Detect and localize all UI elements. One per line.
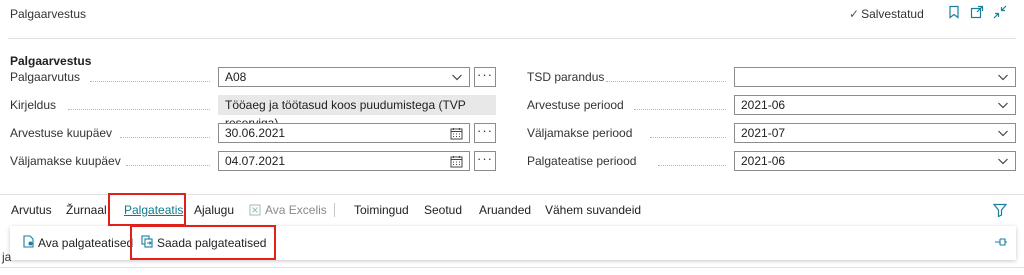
field-label-kirjeldus: Kirjeldus (10, 98, 57, 112)
field-label-palgateatise-periood: Palgateatise periood (527, 154, 637, 168)
field-label-valjamakse-periood: Väljamakse periood (527, 126, 633, 140)
arvestuse-kuupaev-field[interactable]: 30.06.2021 (218, 123, 470, 143)
checkmark-icon: ✓ (849, 7, 860, 21)
arvestuse-kuupaev-value: 30.06.2021 (225, 126, 286, 140)
action-separator (334, 203, 335, 217)
field-label-arvestuse-kuupaev: Arvestuse kuupäev (10, 126, 113, 140)
bottom-divider (0, 267, 1024, 268)
action-ajalugu[interactable]: Ajalugu (194, 203, 234, 217)
action-seotud[interactable]: Seotud (424, 203, 462, 217)
collapse-icon[interactable] (993, 5, 1007, 19)
arvestuse-kuupaev-more-button[interactable]: ··· (474, 123, 496, 143)
field-label-valjamakse-kuupaev: Väljamakse kuupäev (10, 154, 121, 168)
action-arvutus[interactable]: Arvutus (11, 203, 52, 217)
group-title: Palgaarvestus (10, 54, 92, 68)
kirjeldus-field: Tööaeg ja töötasud koos puudumistega (TV… (218, 95, 496, 130)
calendar-icon[interactable] (450, 127, 463, 140)
tsd-parandus-field[interactable] (734, 67, 1016, 87)
highlight-box-saada-palgateatised (130, 225, 276, 260)
action-ava-excelis-label: Ava Excelis (265, 203, 327, 217)
valjamakse-periood-value: 2021-07 (741, 126, 786, 140)
action-ava-excelis[interactable]: Ava Excelis (249, 203, 327, 217)
chevron-down-icon[interactable] (997, 155, 1009, 167)
leader-dots (658, 165, 726, 166)
pin-icon[interactable] (994, 236, 1008, 248)
ava-palgateatised-button[interactable]: Ava palgateatised (38, 236, 133, 250)
action-toimingud[interactable]: Toimingud (354, 203, 409, 217)
action-aruanded[interactable]: Aruanded (479, 203, 531, 217)
palgateatise-periood-value: 2021-06 (741, 154, 786, 168)
bookmark-icon[interactable] (947, 5, 961, 19)
chevron-down-icon[interactable] (451, 71, 463, 83)
field-label-palgaarvutus: Palgaarvutus (10, 70, 81, 84)
leader-dots (126, 165, 210, 166)
valjamakse-kuupaev-field[interactable]: 04.07.2021 (218, 151, 470, 171)
palgaarvutus-field[interactable]: A08 (218, 67, 470, 87)
field-label-tsd-parandus: TSD parandus (527, 70, 605, 84)
chevron-down-icon[interactable] (997, 127, 1009, 139)
page-header: Palgaarvestus ✓ Salvestatud (0, 0, 1024, 28)
arvestuse-periood-value: 2021-06 (741, 98, 786, 112)
chevron-down-icon[interactable] (997, 99, 1009, 111)
action-vahem-suvandeid[interactable]: Vähem suvandeid (545, 203, 641, 217)
palgateatise-periood-field[interactable]: 2021-06 (734, 151, 1016, 171)
palgaarvutus-value: A08 (225, 70, 247, 84)
valjamakse-kuupaev-value: 04.07.2021 (225, 154, 286, 168)
highlight-box-palgateatis (108, 193, 186, 226)
arvestuse-periood-field[interactable]: 2021-06 (734, 95, 1016, 115)
leader-dots (120, 137, 210, 138)
palgaarvutus-more-button[interactable]: ··· (474, 67, 496, 87)
valjamakse-kuupaev-more-button[interactable]: ··· (474, 151, 496, 171)
field-label-arvestuse-periood: Arvestuse periood (527, 98, 624, 112)
chevron-down-icon[interactable] (997, 71, 1009, 83)
open-document-icon (22, 235, 35, 248)
saved-status-label: Salvestatud (861, 7, 924, 21)
calendar-icon[interactable] (450, 155, 463, 168)
leader-dots (68, 109, 210, 110)
leader-dots (606, 81, 726, 82)
filter-icon[interactable] (993, 203, 1007, 217)
saved-status: ✓ Salvestatud (849, 7, 924, 21)
action-zurnaal[interactable]: Žurnaal (66, 203, 107, 217)
page-title: Palgaarvestus (10, 7, 87, 21)
header-divider (8, 38, 1016, 39)
valjamakse-periood-field[interactable]: 2021-07 (734, 123, 1016, 143)
open-in-new-window-icon[interactable] (970, 5, 984, 19)
leader-dots (650, 137, 726, 138)
truncated-text: ja (2, 250, 12, 264)
leader-dots (634, 109, 726, 110)
excel-icon (249, 204, 261, 216)
leader-dots (90, 81, 210, 82)
